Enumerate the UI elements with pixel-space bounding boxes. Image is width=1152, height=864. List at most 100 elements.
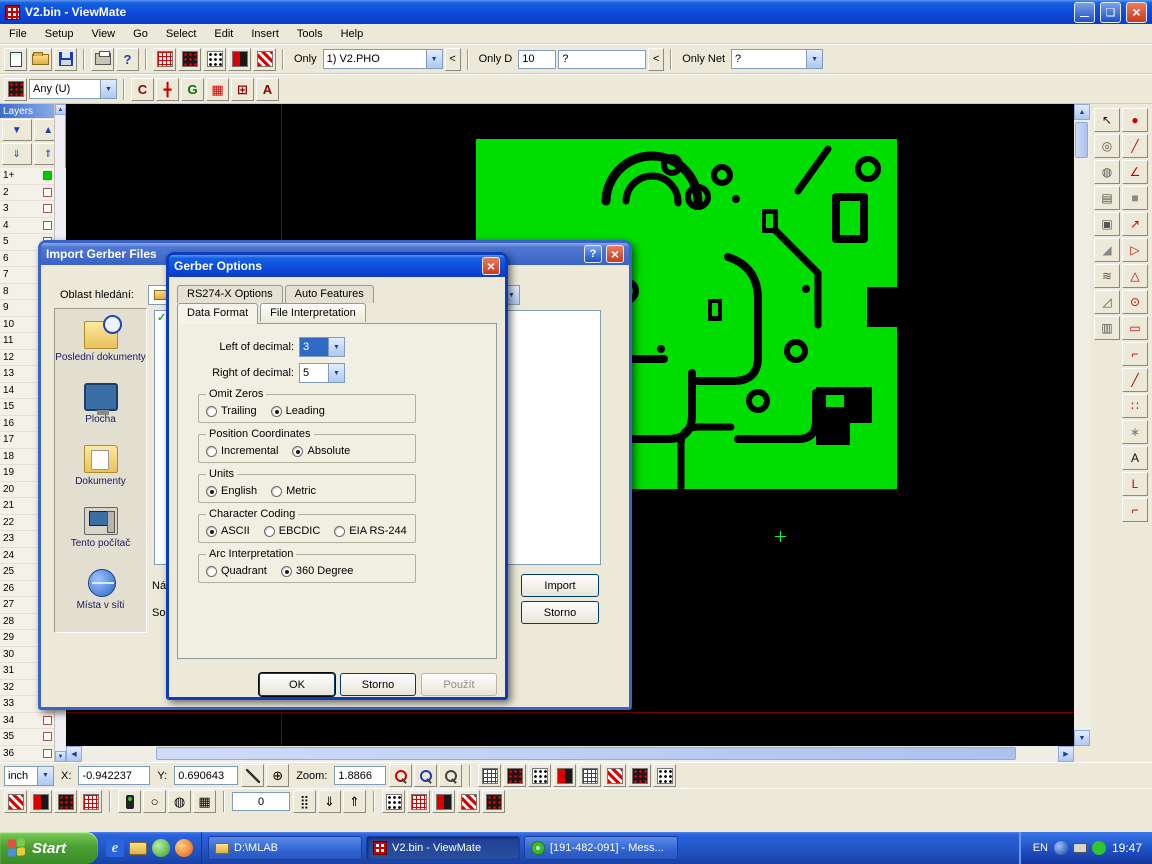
traffic-light-icon[interactable] [118,790,141,813]
film-pattern-icon[interactable] [79,790,102,813]
grid-pattern-icon[interactable] [528,764,551,787]
save-icon[interactable] [54,48,77,71]
scroll-down-icon[interactable] [1074,730,1090,746]
layer-move-down-button[interactable]: ▼ [2,119,32,141]
circle-pad-tool-icon[interactable]: ⊙ [1122,290,1148,314]
square-tool-icon[interactable]: ■ [1122,186,1148,210]
grid-plus-icon[interactable]: ⊞ [231,78,254,101]
place-item[interactable]: Poslední dokumenty [55,317,146,379]
menu-item[interactable]: Go [124,26,157,42]
close-icon[interactable] [482,257,500,275]
radio-icon[interactable] [264,526,275,537]
grid-pattern-icon[interactable] [628,764,651,787]
radio-icon[interactable] [334,526,345,537]
scroll-right-icon[interactable] [1058,746,1074,762]
menu-item[interactable]: Select [157,26,206,42]
tray-status-icon[interactable] [1092,841,1106,855]
l-shape-tool-icon[interactable]: L [1122,472,1148,496]
radio-leading[interactable]: Leading [271,405,325,417]
horizontal-scroll-thumb[interactable] [156,747,1016,760]
close-button[interactable] [1126,2,1147,23]
wedge-tool-icon[interactable]: ◢ [1094,238,1120,262]
units-combo[interactable]: inch [4,766,54,786]
radio-360-degree[interactable]: 360 Degree [281,565,354,577]
cursor-tool-icon[interactable]: ↖ [1094,108,1120,132]
scroll-up-icon[interactable] [1074,104,1090,120]
c-code-icon[interactable]: C [131,78,154,101]
view-pattern-icon[interactable] [432,790,455,813]
language-indicator[interactable]: EN [1033,842,1048,854]
chevron-down-icon[interactable] [328,364,344,382]
tab-file-interpretation[interactable]: File Interpretation [260,303,366,322]
grid-pattern-icon[interactable] [603,764,626,787]
radio-quadrant[interactable]: Quadrant [206,565,267,577]
taskbar-clock[interactable]: 19:47 [1112,841,1142,855]
import-cancel-button[interactable]: Storno [521,601,599,624]
zoom-value-field[interactable]: 1.8866 [334,766,386,785]
chevron-down-icon[interactable] [806,50,822,68]
task-viewmate[interactable]: V2.bin - ViewMate [366,836,520,860]
view-pattern-icon[interactable] [482,790,505,813]
pad-tool-icon[interactable]: ● [1122,108,1148,132]
x-coordinate-field[interactable]: -0.942237 [78,766,150,785]
tab-rs274x-options[interactable]: RS274-X Options [177,285,283,303]
grid-toggle-icon[interactable]: ▦ [193,790,216,813]
arrow-tool-icon[interactable]: ↗ [1122,212,1148,236]
measure-line-icon[interactable] [241,764,264,787]
menu-item[interactable]: Edit [205,26,242,42]
browser-quicklaunch-icon[interactable] [175,839,193,857]
help-icon[interactable]: ? [584,245,602,263]
minimize-button[interactable] [1074,2,1095,23]
tab-auto-features[interactable]: Auto Features [285,285,374,303]
anchor-down-icon[interactable]: ⇓ [318,790,341,813]
only-dcode-label[interactable]: Only D [475,53,517,65]
hatch-tool-icon[interactable]: ▥ [1094,316,1120,340]
aperture-pattern-icon[interactable] [178,48,201,71]
radio-icon[interactable] [281,566,292,577]
chevron-down-icon[interactable] [100,80,116,98]
layer-row[interactable]: 1+ [0,168,55,185]
ok-button[interactable]: OK [259,673,335,696]
star-tool-icon[interactable]: ∗ [1122,420,1148,444]
layer-visibility-checkbox[interactable] [43,716,52,725]
import-button[interactable]: Import [521,574,599,597]
dcode-pattern-icon[interactable] [153,48,176,71]
radio-icon[interactable] [206,526,217,537]
layer-row[interactable]: 36 [0,746,55,763]
radio-eia-rs-244[interactable]: EIA RS-244 [334,525,406,537]
ring-tool-icon[interactable]: ◎ [1094,134,1120,158]
apply-button[interactable]: Použít [421,673,497,696]
menu-item[interactable]: File [0,26,36,42]
gerber-dialog-title-bar[interactable]: Gerber Options [169,255,505,277]
canvas-horizontal-scrollbar[interactable] [66,746,1074,762]
corner-tool-icon[interactable]: ⌐ [1122,342,1148,366]
rect-pad-tool-icon[interactable]: ▭ [1122,316,1148,340]
layer-row[interactable]: 4 [0,218,55,235]
prev-layer-button[interactable]: < [445,48,461,71]
origin-icon[interactable]: ⊕ [266,764,289,787]
layer-row[interactable]: 3 [0,201,55,218]
angle-tool-icon[interactable]: ∠ [1122,160,1148,184]
radio-trailing[interactable]: Trailing [206,405,257,417]
place-item[interactable]: Místa v síti [55,565,146,627]
radio-icon[interactable] [271,486,282,497]
radio-icon[interactable] [271,406,282,417]
film-pattern-icon[interactable] [4,790,27,813]
prev-dcode-button[interactable]: < [648,48,664,71]
radio-ascii[interactable]: ASCII [206,525,250,537]
fill-rect-tool-icon[interactable]: ▣ [1094,212,1120,236]
selection-count-field[interactable]: 0 [232,792,290,811]
radio-icon[interactable] [292,446,303,457]
canvas-vertical-scrollbar[interactable] [1074,104,1090,746]
menu-item[interactable]: View [82,26,124,42]
radio-metric[interactable]: Metric [271,485,316,497]
folder-quicklaunch-icon[interactable] [129,842,147,855]
only-net-label[interactable]: Only Net [678,53,729,65]
net-pattern-icon[interactable] [253,48,276,71]
menu-item[interactable]: Insert [242,26,288,42]
task-messenger[interactable]: [191-482-091] - Mess... [524,836,678,860]
chevron-down-icon[interactable] [426,50,442,68]
radio-icon[interactable] [206,486,217,497]
cross-grid-icon[interactable]: ╋ [156,78,179,101]
layer-visibility-checkbox[interactable] [43,171,52,180]
